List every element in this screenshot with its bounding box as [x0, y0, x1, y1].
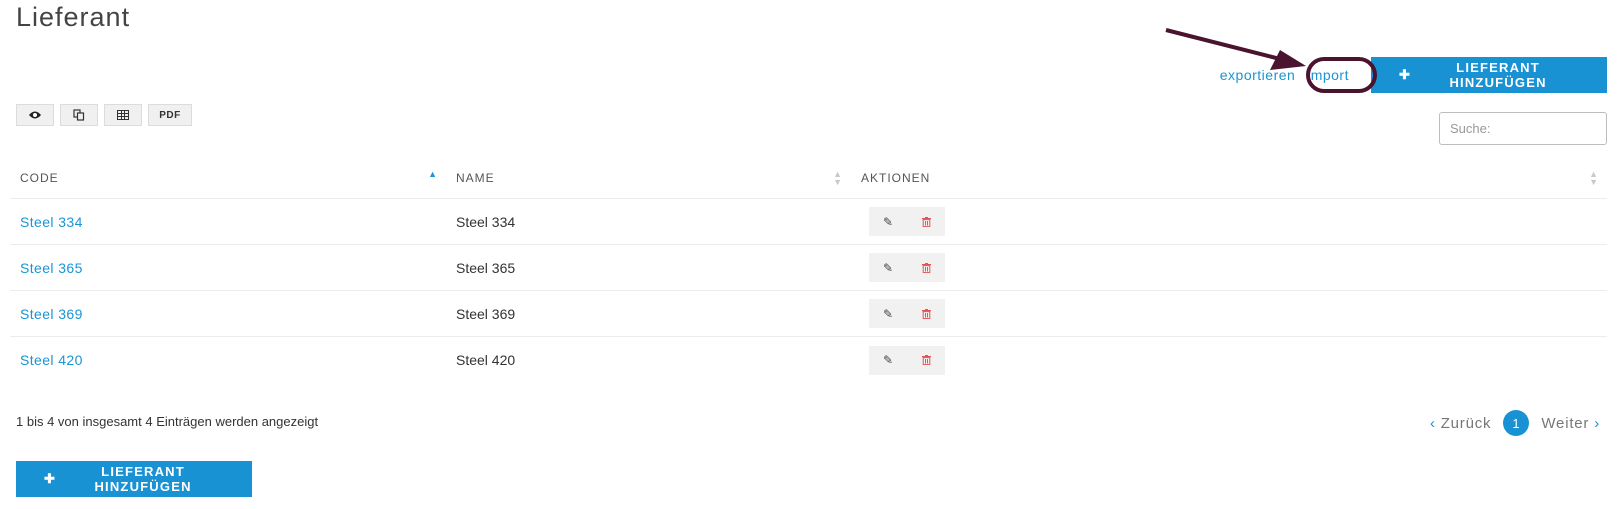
table-row: Steel 365 Steel 365 ✎ [10, 245, 1607, 291]
search-input[interactable] [1439, 112, 1607, 145]
edit-button[interactable]: ✎ [869, 345, 907, 375]
table-row: Steel 420 Steel 420 ✎ [10, 337, 1607, 383]
page-title: Lieferant [16, 2, 131, 32]
annotation-highlight [1306, 57, 1377, 93]
pagination-next[interactable]: Weiter › [1541, 415, 1600, 432]
copy-button[interactable] [60, 104, 98, 126]
table-row: Steel 334 Steel 334 ✎ [10, 199, 1607, 245]
add-supplier-bottom-label: LIEFERANT HINZUFÜGEN [94, 464, 192, 494]
delete-button[interactable] [907, 253, 945, 282]
pagination-prev[interactable]: ‹ Zurück [1430, 415, 1491, 432]
supplier-name: Steel 369 [456, 305, 516, 322]
pagination-page-1[interactable]: 1 [1503, 410, 1530, 436]
trash-icon [921, 216, 931, 227]
copy-icon [73, 109, 85, 121]
plus-icon: ✚ [1399, 67, 1412, 82]
trash-icon [921, 355, 931, 365]
edit-icon: ✎ [882, 353, 894, 367]
export-link[interactable]: exportieren [1220, 67, 1296, 83]
add-supplier-label: LIEFERANT HINZUFÜGEN [1449, 60, 1547, 90]
sort-icon: ▲ ▼ [1589, 169, 1599, 187]
table-info: 1 bis 4 von insgesamt 4 Einträgen werden… [16, 414, 319, 429]
table-row: Steel 369 Steel 369 ✎ [10, 291, 1607, 337]
supplier-code-link[interactable]: Steel 365 [20, 260, 83, 276]
column-header-code-label: CODE [20, 171, 59, 185]
edit-icon: ✎ [882, 306, 894, 321]
chevron-left-icon: ‹ [1429, 414, 1436, 432]
sort-asc-icon: ▲ [428, 169, 438, 179]
pdf-button[interactable]: PDF [148, 104, 192, 126]
pagination-next-label: Weiter [1541, 414, 1590, 432]
supplier-code-link[interactable]: Steel 420 [20, 352, 83, 368]
add-supplier-bottom-button[interactable]: ✚ LIEFERANT HINZUFÜGEN [16, 461, 252, 497]
supplier-code-link[interactable]: Steel 334 [20, 214, 83, 230]
add-supplier-button[interactable]: ✚ LIEFERANT HINZUFÜGEN [1371, 57, 1607, 93]
supplier-name: Steel 420 [456, 352, 516, 368]
delete-button[interactable] [907, 207, 945, 236]
column-header-name[interactable]: NAME ▲ ▼ [446, 158, 851, 198]
top-actions: exportieren Import ✚ LIEFERANT HINZUFÜGE… [1220, 57, 1607, 93]
trash-icon [921, 308, 931, 319]
chevron-right-icon: › [1594, 414, 1600, 432]
edit-button[interactable]: ✎ [869, 207, 907, 236]
export-tools: PDF [16, 104, 192, 126]
supplier-table: CODE ▲ NAME ▲ ▼ AKTIONEN ▲ ▼ Steel 334 Ste… [10, 158, 1607, 383]
edit-button[interactable]: ✎ [869, 253, 907, 282]
column-header-actions-label: AKTIONEN [861, 171, 931, 185]
sort-icon: ▲ ▼ [833, 169, 843, 187]
edit-icon: ✎ [882, 260, 894, 275]
delete-button[interactable] [907, 299, 945, 328]
table-header: CODE ▲ NAME ▲ ▼ AKTIONEN ▲ ▼ [10, 158, 1607, 199]
column-header-actions[interactable]: AKTIONEN ▲ ▼ [851, 158, 1607, 198]
column-header-code[interactable]: CODE ▲ [10, 158, 446, 198]
plus-icon: ✚ [44, 471, 57, 486]
trash-icon [921, 262, 931, 273]
supplier-name: Steel 365 [456, 259, 516, 276]
edit-icon: ✎ [882, 214, 894, 229]
view-button[interactable] [16, 104, 54, 126]
excel-button[interactable] [104, 104, 142, 126]
delete-button[interactable] [907, 345, 945, 375]
pagination-prev-label: Zurück [1440, 414, 1492, 432]
eye-icon [29, 111, 41, 119]
supplier-code-link[interactable]: Steel 369 [20, 306, 83, 322]
table-icon [117, 110, 129, 120]
edit-button[interactable]: ✎ [869, 299, 907, 328]
supplier-name: Steel 334 [456, 213, 516, 230]
pagination: ‹ Zurück 1 Weiter › [1430, 410, 1600, 436]
column-header-name-label: NAME [456, 171, 495, 185]
